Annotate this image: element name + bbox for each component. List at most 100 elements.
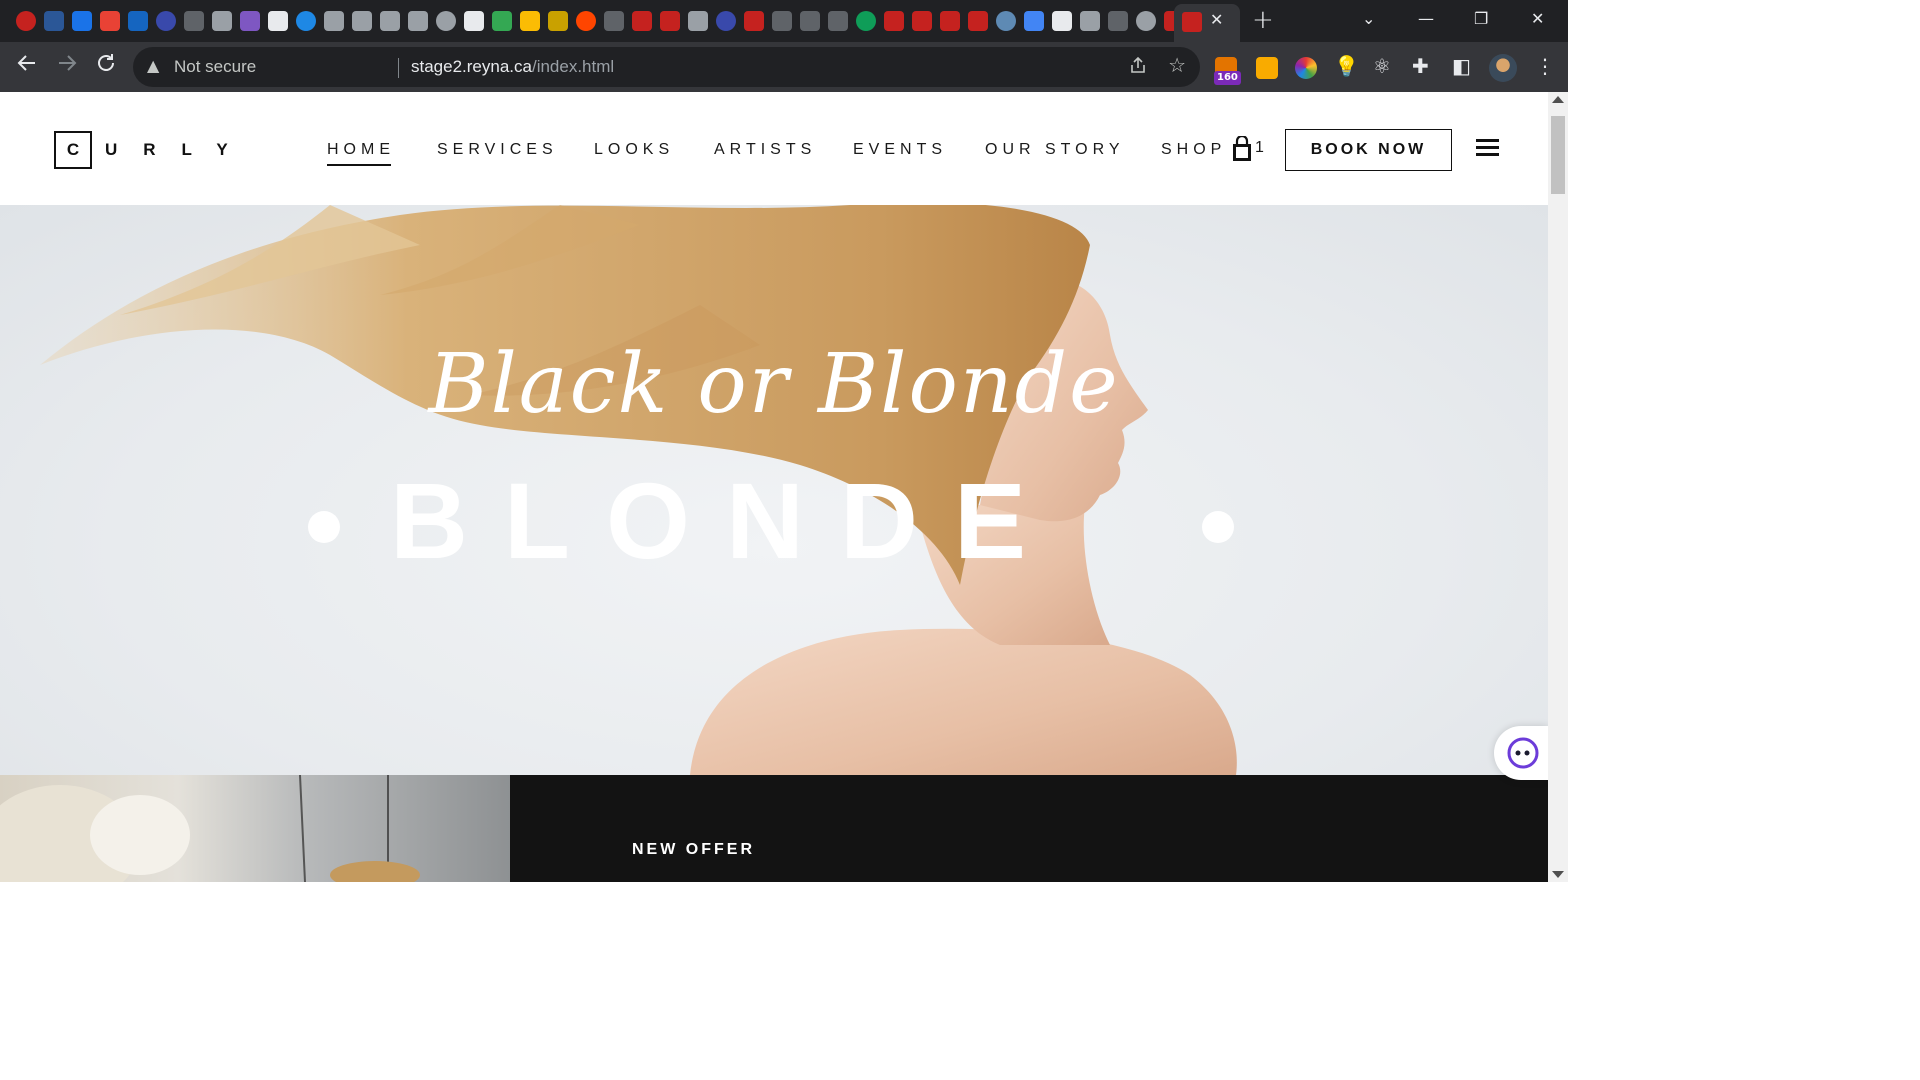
pinned-tab-favicon[interactable]	[548, 11, 568, 31]
pinned-tab-favicon[interactable]	[520, 11, 540, 31]
browser-tab-strip: ✕ + ⌄ — ❐ ✕	[0, 0, 1568, 42]
side-panel-icon[interactable]: ◧	[1452, 53, 1471, 79]
minimize-button[interactable]: —	[1418, 5, 1434, 33]
pinned-tab-favicon[interactable]	[1136, 11, 1156, 31]
tab-search-chevron-icon[interactable]: ⌄	[1362, 5, 1375, 33]
warning-triangle-icon[interactable]: ▲	[147, 56, 159, 75]
scroll-up-arrow-icon[interactable]	[1552, 96, 1564, 103]
hamburger-menu-icon[interactable]	[1476, 139, 1499, 157]
hero-main-title: BLONDE	[390, 460, 1062, 581]
shopping-bag-icon[interactable]	[1231, 134, 1253, 162]
web-page: C URLY HOME SERVICES LOOKS ARTISTS EVENT…	[0, 92, 1548, 882]
pinned-tab-favicon[interactable]	[100, 11, 120, 31]
hero-right-dot	[1202, 511, 1234, 543]
page-scrollbar[interactable]	[1548, 92, 1568, 882]
pinned-tab-favicon[interactable]	[436, 11, 456, 31]
back-arrow-icon[interactable]	[16, 52, 38, 83]
pinned-tab-favicon[interactable]	[772, 11, 792, 31]
offer-panel: NEW OFFER	[510, 775, 1548, 882]
pinned-tab-favicon[interactable]	[1052, 11, 1072, 31]
pinned-tab-favicon[interactable]	[884, 11, 904, 31]
extension-react-icon[interactable]: ⚛	[1373, 53, 1391, 79]
pinned-tab-favicon[interactable]	[16, 11, 36, 31]
new-tab-button[interactable]: +	[1252, 6, 1274, 34]
scrollbar-thumb[interactable]	[1551, 116, 1565, 194]
pinned-tab-favicon[interactable]	[1108, 11, 1128, 31]
book-now-button[interactable]: BOOK NOW	[1285, 129, 1452, 171]
pinned-tab-favicon[interactable]	[632, 11, 652, 31]
scroll-down-arrow-icon[interactable]	[1552, 871, 1564, 878]
extension-notes-icon[interactable]	[1256, 57, 1278, 79]
tab-close-icon[interactable]: ✕	[1210, 9, 1223, 31]
offer-label: NEW OFFER	[632, 841, 755, 858]
extensions-puzzle-icon[interactable]: ✚	[1412, 53, 1429, 79]
hero-section: Black or Blonde BLONDE	[0, 205, 1548, 775]
pinned-tab-favicon[interactable]	[464, 11, 484, 31]
pinned-tab-favicon[interactable]	[744, 11, 764, 31]
logo-wordmark: URLY	[105, 140, 254, 159]
pinned-tab-favicon[interactable]	[44, 11, 64, 31]
pinned-tab-favicon[interactable]	[268, 11, 288, 31]
pinned-tab-favicon[interactable]	[688, 11, 708, 31]
pinned-tab-favicon[interactable]	[156, 11, 176, 31]
pinned-tab-favicon[interactable]	[128, 11, 148, 31]
close-window-button[interactable]: ✕	[1531, 5, 1544, 33]
pinned-tab-favicon[interactable]	[996, 11, 1016, 31]
pinned-tab-favicon[interactable]	[72, 11, 92, 31]
forward-arrow-icon[interactable]	[56, 52, 78, 83]
pinned-tab-favicon[interactable]	[1024, 11, 1044, 31]
pinned-tab-favicon[interactable]	[296, 11, 316, 31]
nav-shop[interactable]: SHOP	[1161, 141, 1226, 159]
chat-widget-button[interactable]	[1494, 726, 1548, 780]
share-icon[interactable]	[1128, 55, 1148, 80]
nav-looks[interactable]: LOOKS	[594, 141, 674, 159]
nav-services[interactable]: SERVICES	[437, 141, 558, 159]
site-logo[interactable]: C URLY	[54, 131, 254, 169]
pinned-tab-favicon[interactable]	[968, 11, 988, 31]
nav-events[interactable]: EVENTS	[853, 141, 947, 159]
chrome-menu-icon[interactable]: ⋮	[1535, 53, 1555, 79]
nav-our-story[interactable]: OUR STORY	[985, 141, 1125, 159]
url-host: stage2.reyna.ca	[411, 57, 532, 76]
pinned-tab-favicon[interactable]	[212, 11, 232, 31]
security-status[interactable]: Not secure	[174, 57, 256, 77]
pinned-tab-favicon[interactable]	[1080, 11, 1100, 31]
profile-avatar[interactable]	[1489, 54, 1517, 82]
pinned-tab-favicon[interactable]	[912, 11, 932, 31]
cart-count[interactable]: 1	[1255, 139, 1264, 157]
pinned-tab-favicon[interactable]	[856, 11, 876, 31]
extension-badge: 160	[1214, 71, 1241, 85]
logo-mark: C	[54, 131, 92, 169]
pinned-tab-favicon[interactable]	[604, 11, 624, 31]
restore-button[interactable]: ❐	[1474, 5, 1488, 33]
reload-icon[interactable]	[95, 52, 117, 83]
site-header: C URLY HOME SERVICES LOOKS ARTISTS EVENT…	[0, 92, 1548, 205]
pinned-tab-favicon[interactable]	[828, 11, 848, 31]
address-bar[interactable]: ▲ Not secure stage2.reyna.ca/index.html …	[133, 47, 1200, 87]
pinned-tab-favicon[interactable]	[940, 11, 960, 31]
extension-color-picker-icon[interactable]	[1295, 57, 1317, 79]
url-text[interactable]: stage2.reyna.ca/index.html	[411, 57, 614, 77]
pinned-tab-favicon[interactable]	[324, 11, 344, 31]
nav-home[interactable]: HOME	[327, 141, 395, 166]
nav-artists[interactable]: ARTISTS	[714, 141, 816, 159]
pinned-tab-favicon[interactable]	[408, 11, 428, 31]
salon-interior-image	[0, 775, 510, 882]
pinned-tab-favicon[interactable]	[800, 11, 820, 31]
pinned-tab-favicon[interactable]	[240, 11, 260, 31]
pinned-tab-favicon[interactable]	[716, 11, 736, 31]
bookmark-star-icon[interactable]: ☆	[1168, 53, 1186, 77]
active-tab[interactable]: ✕	[1174, 4, 1240, 42]
pinned-tab-favicon[interactable]	[576, 11, 596, 31]
extension-bulb-icon[interactable]: 💡	[1334, 53, 1359, 79]
pinned-tab-favicon[interactable]	[184, 11, 204, 31]
browser-toolbar: ▲ Not secure stage2.reyna.ca/index.html …	[0, 42, 1568, 92]
pinned-tab-favicon[interactable]	[492, 11, 512, 31]
active-tab-favicon	[1182, 12, 1202, 32]
address-divider	[398, 58, 399, 78]
pinned-tab-favicon[interactable]	[380, 11, 400, 31]
pinned-tab-favicon[interactable]	[352, 11, 372, 31]
pinned-tab-favicon[interactable]	[660, 11, 680, 31]
url-path: /index.html	[531, 57, 615, 76]
chat-bot-icon	[1507, 737, 1539, 769]
